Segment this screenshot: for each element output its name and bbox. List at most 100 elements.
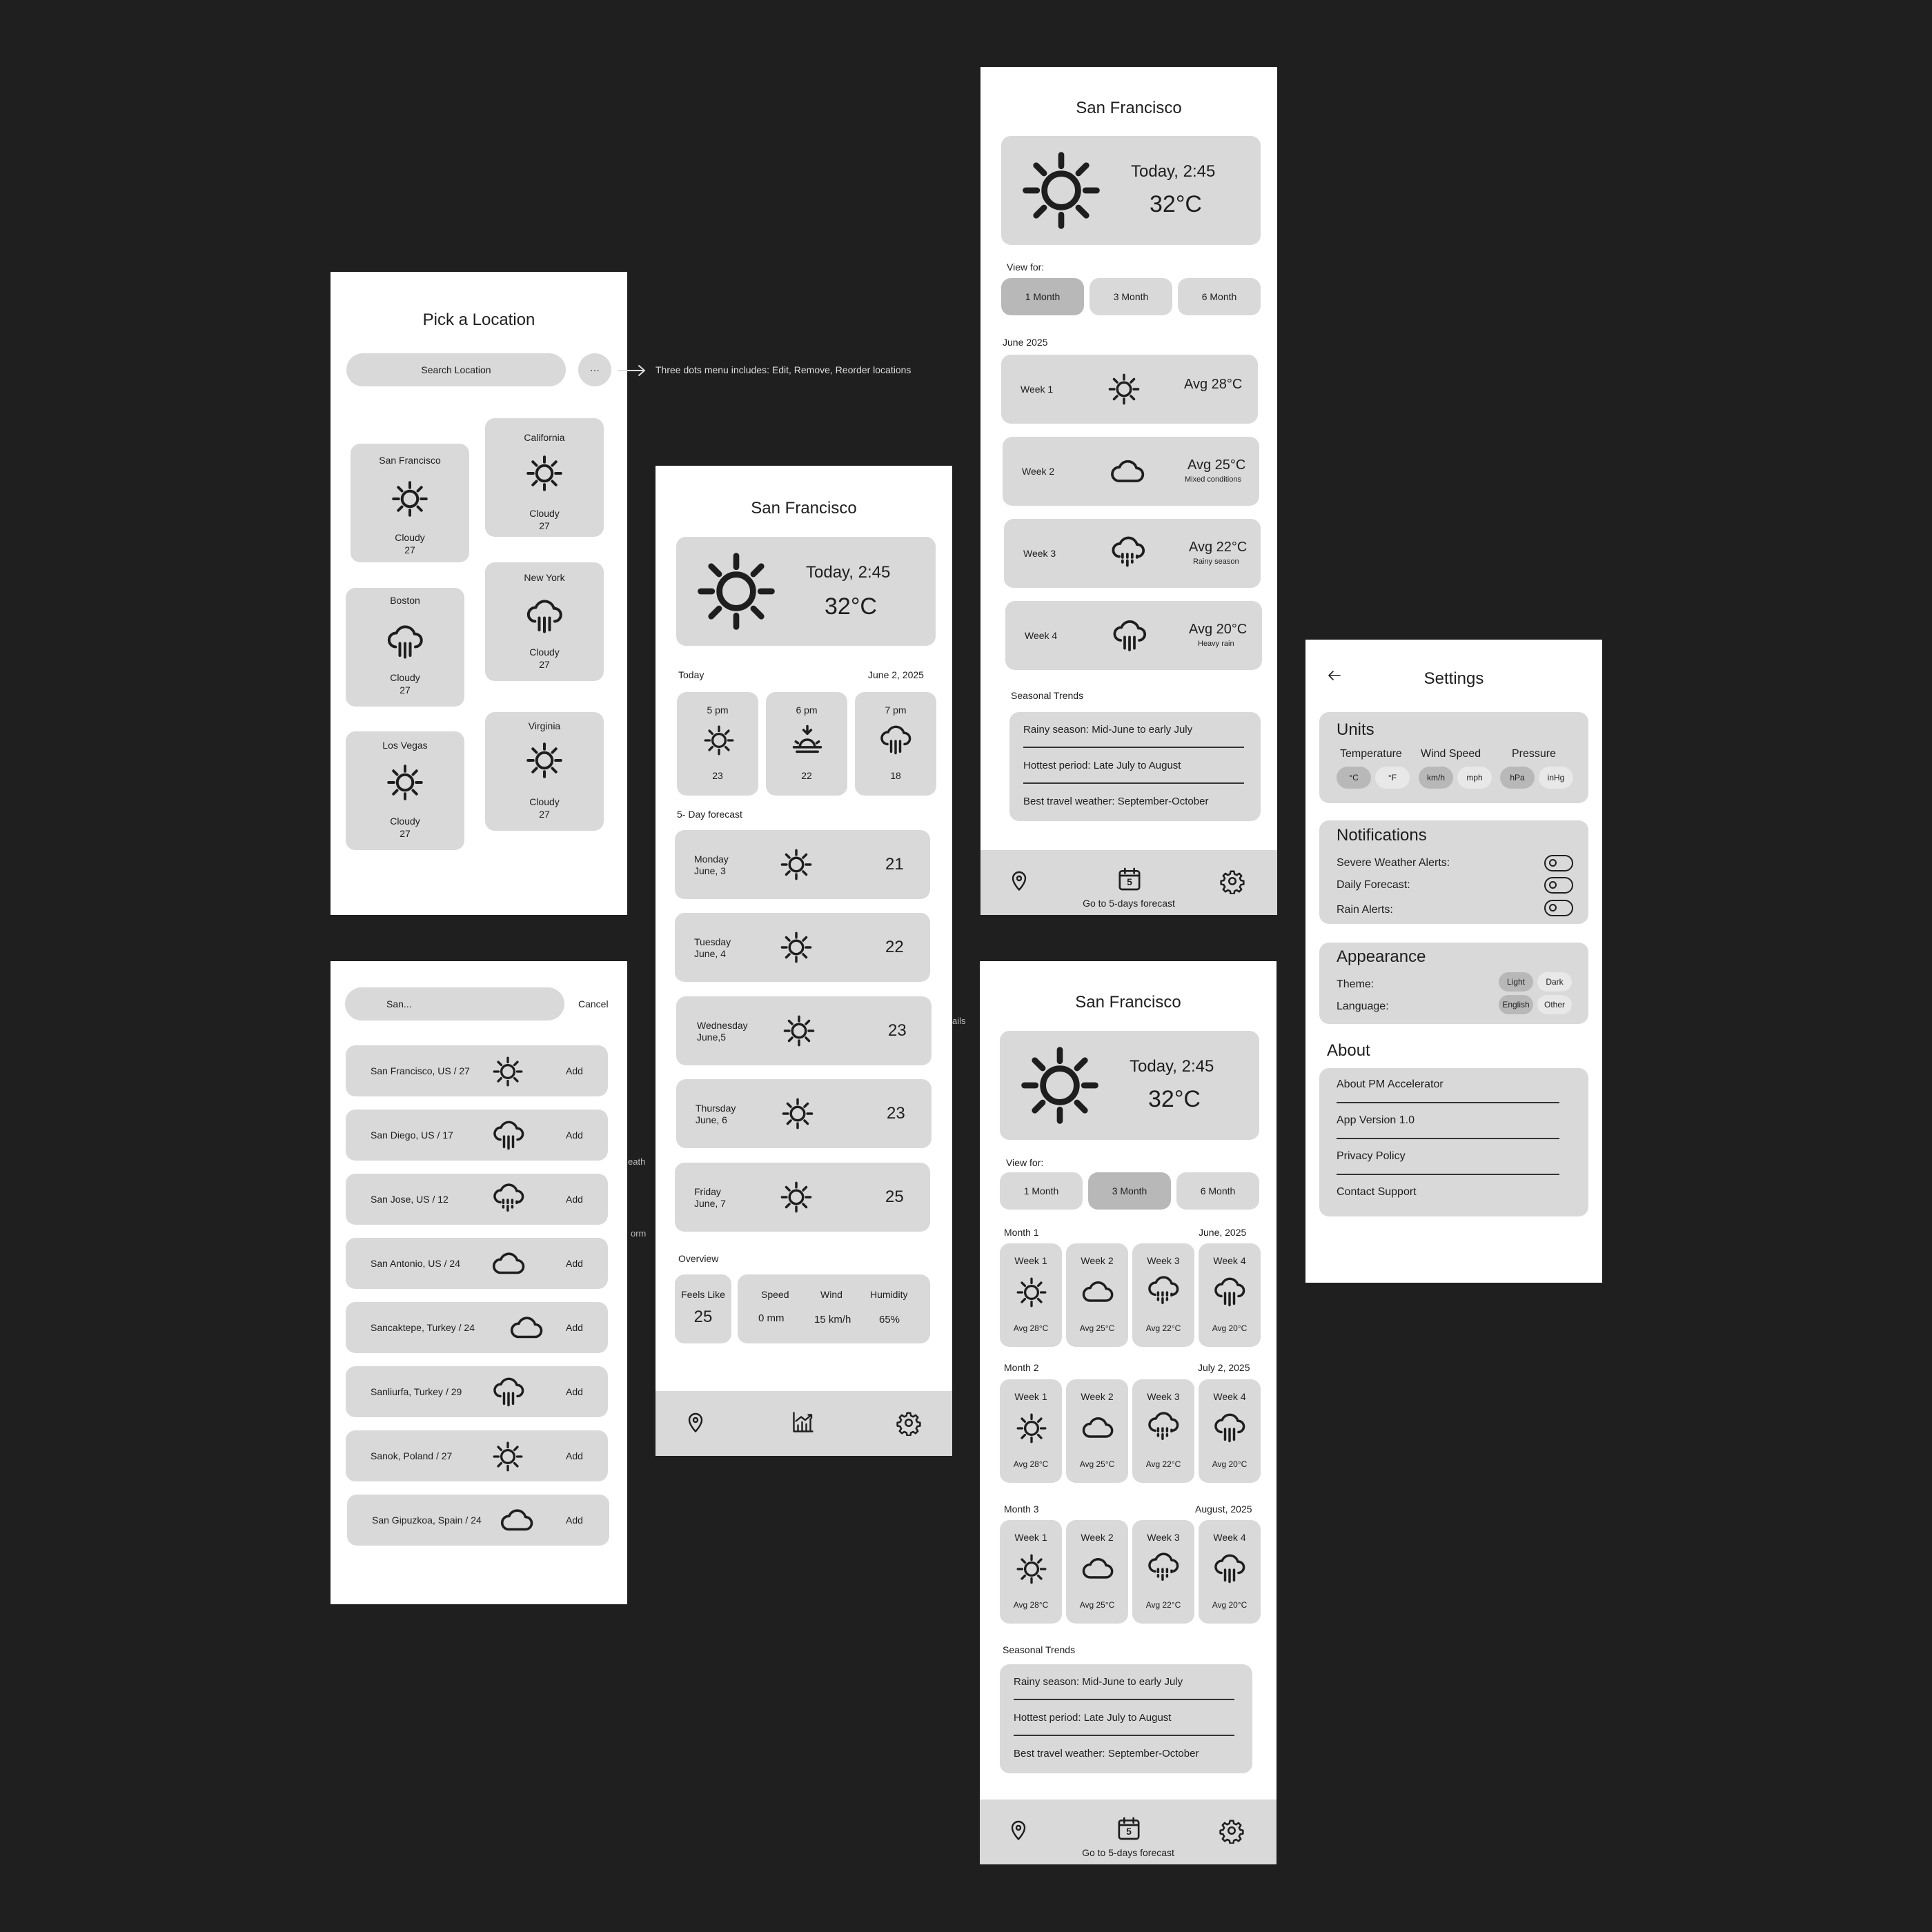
- range-button[interactable]: 6 Month: [1176, 1172, 1259, 1210]
- week-row[interactable]: Week 1 Avg 28°C: [1001, 355, 1258, 424]
- five-day-forecast-caption[interactable]: Go to 5-days forecast: [980, 1847, 1276, 1858]
- divider: [1014, 1735, 1234, 1736]
- month-label: June 2025: [1003, 337, 1048, 348]
- search-result-row[interactable]: San Antonio, US / 24 Add: [346, 1238, 608, 1289]
- gear-icon[interactable]: [1219, 1817, 1245, 1844]
- stat-value: 0 mm: [758, 1312, 785, 1324]
- week-label: Week 4: [1213, 1532, 1246, 1543]
- search-result-row[interactable]: San Gipuzkoa, Spain / 24 Add: [347, 1495, 609, 1546]
- search-result-row[interactable]: Sancaktepe, Turkey / 24 Add: [346, 1302, 608, 1353]
- gear-icon[interactable]: [1219, 868, 1245, 894]
- more-options-button[interactable]: ···: [578, 353, 611, 386]
- range-button[interactable]: 1 Month: [1000, 1172, 1083, 1210]
- week-tile[interactable]: Week 2 Avg 25°C: [1066, 1379, 1128, 1483]
- location-card[interactable]: Virginia Cloudy 27: [485, 712, 604, 831]
- week-row[interactable]: Week 3 Avg 22°C Rainy season: [1004, 519, 1261, 588]
- five-day-forecast-button[interactable]: 5: [1116, 865, 1143, 893]
- search-input[interactable]: San...: [345, 987, 564, 1021]
- unit-option-kmh[interactable]: km/h: [1419, 767, 1453, 789]
- forecast-date: June, 7: [694, 1198, 726, 1209]
- about-link[interactable]: Privacy Policy: [1337, 1150, 1406, 1163]
- week-tile[interactable]: Week 3 Avg 22°C: [1132, 1379, 1194, 1483]
- gear-icon[interactable]: [896, 1410, 922, 1436]
- sun-icon: [780, 1096, 816, 1132]
- add-button[interactable]: Add: [566, 1450, 583, 1461]
- trend-item: Best travel weather: September-October: [1014, 1748, 1199, 1759]
- week-tile[interactable]: Week 1 Avg 28°C: [1000, 1243, 1062, 1347]
- rain-alerts-toggle[interactable]: [1544, 900, 1573, 916]
- add-button[interactable]: Add: [566, 1065, 583, 1076]
- rain-cloud-icon: [1212, 1550, 1248, 1586]
- search-result-row[interactable]: Sanliurfa, Turkey / 29 Add: [346, 1366, 608, 1417]
- result-label: Sanok, Poland / 27: [371, 1450, 453, 1461]
- forecast-day-row[interactable]: Friday June, 7 25: [675, 1163, 930, 1232]
- week-avg: Avg 22°C: [1145, 1459, 1181, 1469]
- unit-option-hpa[interactable]: hPa: [1500, 767, 1535, 789]
- forecast-day-row[interactable]: Tuesday June, 4 22: [675, 913, 930, 982]
- about-link[interactable]: About PM Accelerator: [1337, 1078, 1443, 1091]
- five-day-forecast-caption[interactable]: Go to 5-days forecast: [980, 898, 1277, 909]
- chart-icon[interactable]: [791, 1410, 816, 1435]
- week-row[interactable]: Week 2 Avg 25°C Mixed conditions: [1003, 437, 1259, 506]
- forecast-day-row[interactable]: Monday June, 3 21: [675, 830, 930, 899]
- week-tile[interactable]: Week 2 Avg 25°C: [1066, 1243, 1128, 1347]
- location-pin-icon[interactable]: [683, 1410, 708, 1435]
- search-result-row[interactable]: San Diego, US / 17 Add: [346, 1110, 608, 1161]
- range-button[interactable]: 1 Month: [1001, 278, 1084, 315]
- theme-option-light[interactable]: Light: [1499, 972, 1533, 992]
- forecast-day-row[interactable]: Wednesday June,5 23: [676, 996, 931, 1065]
- unit-option-celsius[interactable]: °C: [1337, 767, 1371, 789]
- week-tile[interactable]: Week 1 Avg 28°C: [1000, 1520, 1062, 1624]
- week-tile[interactable]: Week 1 Avg 28°C: [1000, 1379, 1062, 1483]
- location-card[interactable]: New York Cloudy 27: [485, 562, 604, 681]
- add-button[interactable]: Add: [566, 1322, 583, 1333]
- forecast-day-row[interactable]: Thursday June, 6 23: [676, 1079, 931, 1148]
- week-row[interactable]: Week 4 Avg 20°C Heavy rain: [1005, 601, 1262, 670]
- add-button[interactable]: Add: [566, 1515, 583, 1526]
- week-tile[interactable]: Week 3 Avg 22°C: [1132, 1520, 1194, 1624]
- unit-option-inhg[interactable]: inHg: [1539, 767, 1573, 789]
- search-result-row[interactable]: San Jose, US / 12 Add: [346, 1174, 608, 1225]
- cancel-button[interactable]: Cancel: [578, 998, 609, 1009]
- theme-option-dark[interactable]: Dark: [1537, 972, 1572, 992]
- search-result-row[interactable]: Sanok, Poland / 27 Add: [346, 1430, 608, 1481]
- location-card[interactable]: Boston Cloudy 27: [346, 588, 464, 707]
- search-result-row[interactable]: San Francisco, US / 27 Add: [346, 1045, 608, 1096]
- week-tile[interactable]: Week 4 Avg 20°C: [1199, 1243, 1261, 1347]
- range-button[interactable]: 3 Month: [1088, 1172, 1171, 1210]
- language-option-english[interactable]: English: [1499, 995, 1533, 1014]
- week-label: Week 4: [1213, 1391, 1246, 1402]
- week-tile[interactable]: Week 4 Avg 20°C: [1199, 1379, 1261, 1483]
- about-link[interactable]: Contact Support: [1337, 1186, 1417, 1199]
- month-date: August, 2025: [1195, 1504, 1252, 1515]
- about-link[interactable]: App Version 1.0: [1337, 1114, 1414, 1127]
- range-button[interactable]: 6 Month: [1178, 278, 1261, 315]
- unit-option-mph[interactable]: mph: [1457, 767, 1492, 789]
- trend-item: Hottest period: Late July to August: [1014, 1712, 1172, 1724]
- location-pin-icon[interactable]: [1007, 868, 1032, 893]
- language-option-other[interactable]: Other: [1537, 995, 1572, 1014]
- week-tile[interactable]: Week 4 Avg 20°C: [1199, 1520, 1261, 1624]
- unit-option-fahrenheit[interactable]: °F: [1375, 767, 1410, 789]
- location-card[interactable]: Los Vegas Cloudy 27: [346, 731, 464, 850]
- add-button[interactable]: Add: [566, 1130, 583, 1141]
- location-card[interactable]: California Cloudy 27: [485, 418, 604, 537]
- daily-forecast-toggle[interactable]: [1544, 877, 1573, 894]
- add-button[interactable]: Add: [566, 1386, 583, 1397]
- week-avg: Avg 28°C: [1184, 377, 1243, 392]
- sunset-icon: [789, 722, 825, 758]
- week-note: Mixed conditions: [1185, 475, 1241, 484]
- forecast-day: Friday: [694, 1186, 721, 1197]
- five-day-forecast-button[interactable]: 5: [1115, 1815, 1143, 1842]
- location-card[interactable]: San Francisco Cloudy 27: [351, 444, 469, 562]
- search-input[interactable]: Search Location: [346, 353, 566, 386]
- severe-alerts-toggle[interactable]: [1544, 855, 1573, 871]
- add-button[interactable]: Add: [566, 1258, 583, 1269]
- location-pin-icon[interactable]: [1006, 1817, 1031, 1842]
- range-button[interactable]: 3 Month: [1090, 278, 1172, 315]
- week-tile[interactable]: Week 2 Avg 25°C: [1066, 1520, 1128, 1624]
- sun-icon: [1014, 1275, 1049, 1310]
- week-tile[interactable]: Week 3 Avg 22°C: [1132, 1243, 1194, 1347]
- week-avg: Avg 25°C: [1187, 457, 1246, 473]
- add-button[interactable]: Add: [566, 1194, 583, 1205]
